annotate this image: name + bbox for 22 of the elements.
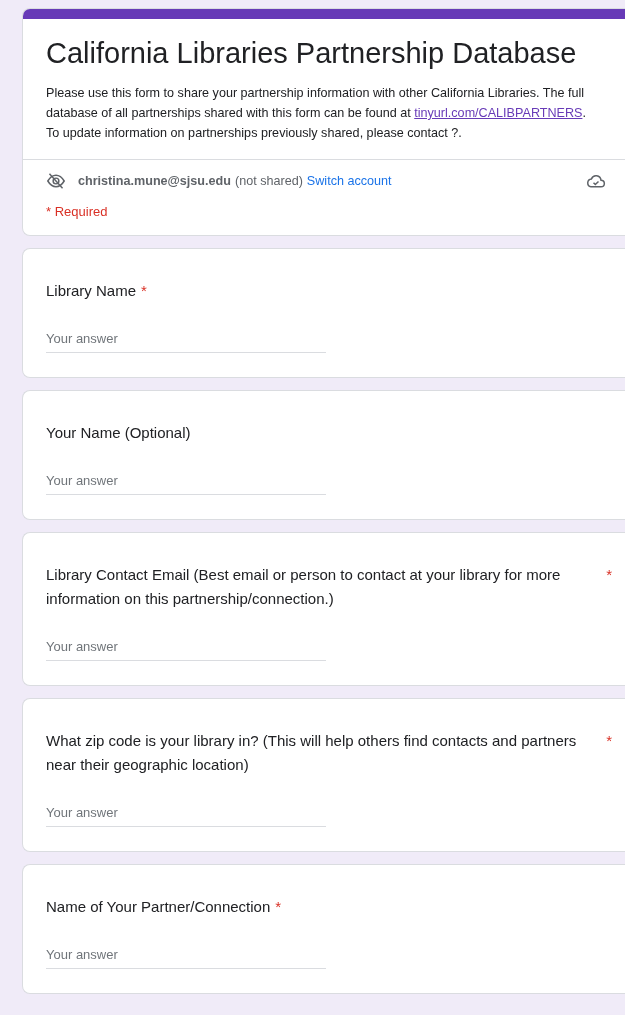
question-label: Your Name (Optional) (46, 423, 191, 443)
answer-field[interactable]: Your answer (46, 469, 326, 495)
hidden-eye-icon (46, 172, 66, 190)
answer-field[interactable]: Your answer (46, 801, 326, 827)
cloud-check-icon (586, 173, 606, 189)
question-label: Library Name (46, 281, 137, 301)
form-title: California Libraries Partnership Database (46, 36, 578, 71)
question-label: Name of Your Partner/Connection (46, 897, 271, 917)
question-label: What zip code is your library in? (This will help others find contacts and partners near their geographic location) (46, 731, 578, 775)
answer-field[interactable]: Your answer (46, 635, 326, 661)
question-label: Library Contact Email (Best email or person to contact at your library for more information on this partnership/connection.) (46, 565, 562, 609)
account-email: christina.mune@sjsu.edu (78, 174, 231, 188)
required-note: * Required (45, 203, 109, 221)
answer-field[interactable]: Your answer (46, 943, 326, 969)
switch-account-link[interactable]: Switch account (306, 174, 392, 188)
answer-field[interactable]: Your answer (46, 327, 326, 353)
form-description: Please use this form to share your partnership information with other California Libraries. The full database of all partnerships shared with this form can be found at tinyurl.com/CALIBPARTNERS. To update information on partnerships previously shared, please contact ?. (46, 85, 587, 142)
required-mark-label: * (606, 565, 612, 585)
required-mark-label: * (606, 731, 612, 751)
required-mark-label: * (275, 897, 282, 917)
required-mark-label: * (141, 281, 147, 301)
not-shared-note: (not shared) (234, 174, 303, 188)
